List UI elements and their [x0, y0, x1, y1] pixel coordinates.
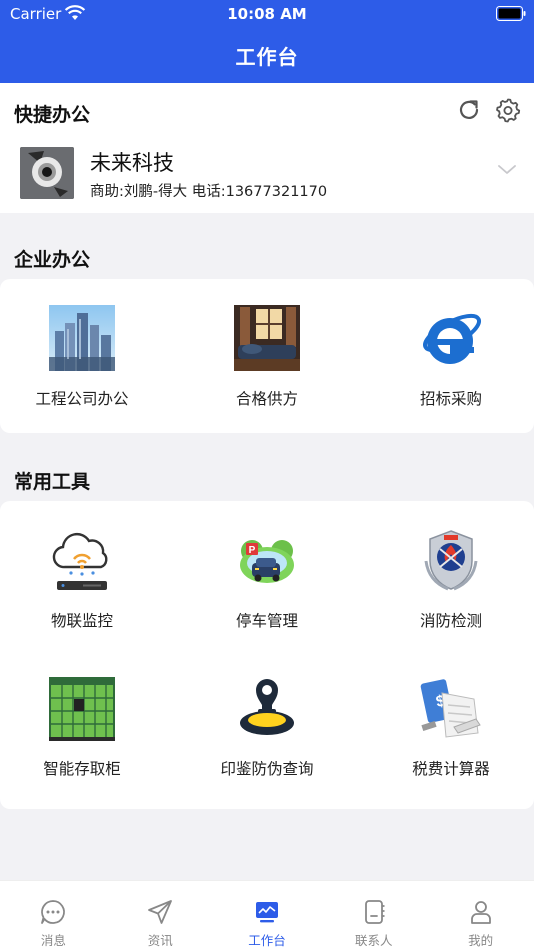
- enterprise-item-qualified-supplier[interactable]: 合格供方: [178, 305, 356, 409]
- status-bar: Carrier 10:08 AM: [0, 0, 534, 28]
- company-name[interactable]: 未来科技: [90, 147, 174, 177]
- enterprise-office-grid: 工程公司办公 合格供方 招标采购: [0, 279, 534, 433]
- enterprise-item-bidding-procurement[interactable]: 招标采购: [362, 305, 534, 409]
- company-contact: 商助:刘鹏-得大 电话:13677321170: [90, 184, 328, 200]
- tab-label: 工作台: [248, 933, 286, 948]
- page-title: 工作台: [235, 45, 299, 69]
- common-tools-title: 常用工具: [14, 471, 91, 493]
- stamp-icon: [234, 675, 300, 741]
- enterprise-item-engineering-office[interactable]: 工程公司办公: [0, 305, 171, 409]
- status-time: 10:08 AM: [227, 5, 307, 23]
- parking-car-icon: P: [234, 527, 300, 593]
- iot-cloud-router-icon: [49, 527, 115, 593]
- living-room-photo-icon: [234, 305, 300, 371]
- city-skyline-photo-icon: [49, 305, 115, 371]
- enterprise-office-header: 企业办公: [0, 227, 534, 279]
- app-header: Carrier 10:08 AM 工作台: [0, 0, 534, 83]
- tool-item-smart-locker[interactable]: 智能存取柜: [0, 675, 171, 779]
- tool-item-tax-calculator[interactable]: $ 税费计算器: [362, 675, 534, 779]
- quick-office-title: 快捷办公: [14, 104, 91, 126]
- tool-item-seal-verification[interactable]: 印鉴防伪查询: [178, 675, 356, 779]
- tab-workbench[interactable]: 工作台: [214, 881, 321, 950]
- fire-badge-icon: [418, 527, 484, 593]
- common-tools-grid: 物联监控 P 停车管理 消防检测 智能存取柜 印鉴防伪查询 $ 税费计算器: [0, 501, 534, 809]
- enterprise-item-label: 工程公司办公: [35, 390, 129, 408]
- internet-explorer-icon: [418, 305, 484, 371]
- gear-icon[interactable]: [495, 97, 521, 123]
- smart-locker-icon: [49, 675, 115, 741]
- company-logo-image: [20, 147, 74, 199]
- company-logo[interactable]: [20, 147, 74, 199]
- enterprise-office-title: 企业办公: [14, 249, 91, 271]
- enterprise-item-label: 合格供方: [235, 390, 298, 408]
- battery-icon: [496, 6, 526, 21]
- bottom-tab-bar: 消息 资讯 工作台 联系人 我的: [0, 880, 534, 950]
- quick-office-section: 快捷办公 未来科技 商助:刘鹏-得大 电话:13677321170: [0, 83, 534, 213]
- tool-item-parking[interactable]: P 停车管理: [178, 527, 356, 631]
- tool-item-label: 税费计算器: [412, 760, 490, 778]
- tab-news[interactable]: 资讯: [107, 881, 214, 950]
- refresh-icon[interactable]: [456, 97, 482, 123]
- tab-label: 资讯: [147, 933, 173, 948]
- tab-profile[interactable]: 我的: [427, 881, 534, 950]
- tab-label: 我的: [468, 933, 494, 948]
- tax-document-icon: $: [418, 675, 484, 741]
- tab-contacts[interactable]: 联系人: [320, 881, 427, 950]
- tab-label: 联系人: [355, 933, 393, 948]
- enterprise-item-label: 招标采购: [419, 390, 482, 408]
- send-icon: [148, 900, 173, 924]
- message-icon: [41, 900, 66, 924]
- chevron-down-icon[interactable]: [496, 163, 518, 177]
- tab-label: 消息: [40, 933, 66, 948]
- tool-item-fire-inspection[interactable]: 消防检测: [362, 527, 534, 631]
- contacts-icon: [364, 900, 385, 924]
- profile-icon: [470, 901, 491, 924]
- tool-item-label: 印鉴防伪查询: [220, 760, 314, 778]
- tool-item-label: 停车管理: [235, 612, 298, 630]
- dashboard-icon: [255, 902, 278, 923]
- tool-item-label: 物联监控: [50, 612, 113, 630]
- tab-messages[interactable]: 消息: [0, 881, 107, 950]
- tool-item-label: 消防检测: [419, 612, 482, 630]
- common-tools-header: 常用工具: [0, 449, 534, 501]
- svg-text:P: P: [249, 545, 256, 556]
- tool-item-iot-monitor[interactable]: 物联监控: [0, 527, 171, 631]
- tool-item-label: 智能存取柜: [43, 760, 121, 778]
